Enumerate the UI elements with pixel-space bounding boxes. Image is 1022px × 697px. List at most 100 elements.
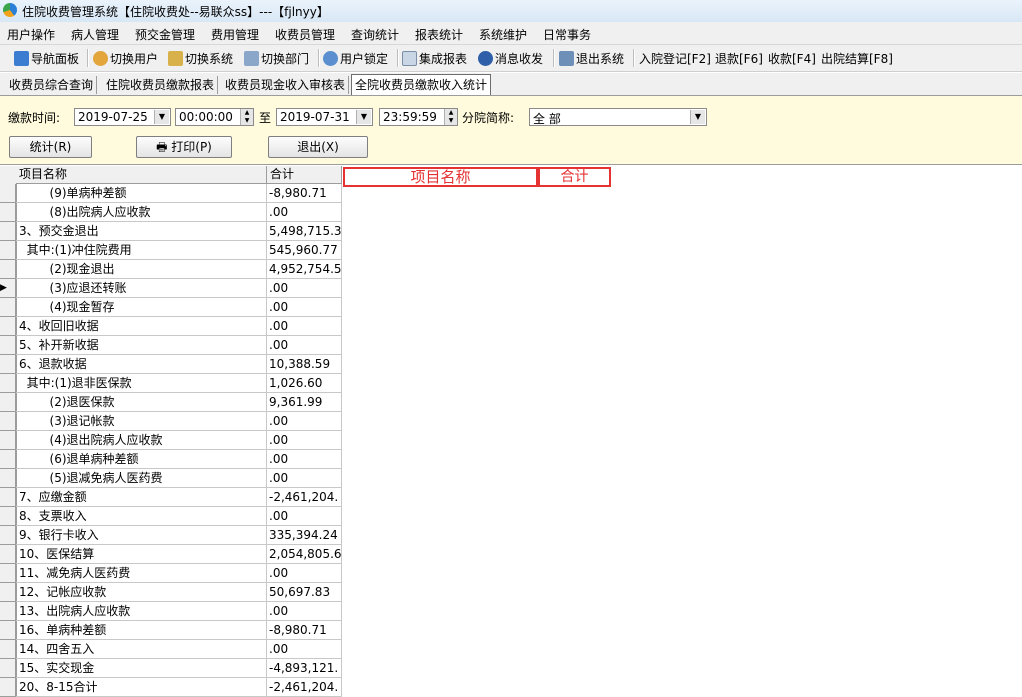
table-row[interactable]: 6、退款收据 10,388.59 xyxy=(0,355,342,374)
row-indicator[interactable] xyxy=(0,488,16,507)
row-indicator[interactable] xyxy=(0,583,16,602)
total-cell[interactable]: .00 xyxy=(267,431,342,450)
item-name-cell[interactable]: 15、实交现金 xyxy=(16,659,267,678)
chevron-down-icon[interactable]: ▼ xyxy=(356,110,371,124)
row-indicator[interactable] xyxy=(0,336,16,355)
row-indicator[interactable] xyxy=(0,640,16,659)
row-indicator[interactable] xyxy=(0,393,16,412)
menu-patient[interactable]: 病人管理 xyxy=(71,26,119,43)
total-cell[interactable]: -8,980.71 xyxy=(267,621,342,640)
row-indicator[interactable] xyxy=(0,469,16,488)
item-name-cell[interactable]: 8、支票收入 xyxy=(16,507,267,526)
row-indicator[interactable] xyxy=(0,222,16,241)
tab-cashier-overview[interactable]: 收费员综合查询 xyxy=(6,76,98,94)
item-name-cell[interactable]: (3)应退还转账 xyxy=(16,279,267,298)
spin-arrows-icon[interactable]: ▲ ▼ xyxy=(444,109,457,125)
total-cell[interactable]: -8,980.71 xyxy=(267,184,342,203)
stat-button[interactable]: 统计(R) xyxy=(9,136,92,158)
total-cell[interactable]: 2,054,805.6 xyxy=(267,545,342,564)
row-indicator[interactable] xyxy=(0,602,16,621)
item-name-cell[interactable]: (5)退减免病人医药费 xyxy=(16,469,267,488)
table-row[interactable]: (5)退减免病人医药费 .00 xyxy=(0,469,342,488)
total-cell[interactable]: .00 xyxy=(267,450,342,469)
item-name-cell[interactable]: 5、补开新收据 xyxy=(16,336,267,355)
tab-cash-audit[interactable]: 收费员现金收入审核表 xyxy=(222,76,350,94)
item-name-cell[interactable]: 9、银行卡收入 xyxy=(16,526,267,545)
charge-button[interactable]: 收款[F4] xyxy=(768,49,816,67)
item-name-cell[interactable]: (4)退出院病人应收款 xyxy=(16,431,267,450)
table-row[interactable]: 15、实交现金 -4,893,121. xyxy=(0,659,342,678)
menu-deposit[interactable]: 预交金管理 xyxy=(135,26,195,43)
total-cell[interactable]: 545,960.77 xyxy=(267,241,342,260)
table-row[interactable]: 7、应缴金额 -2,461,204. xyxy=(0,488,342,507)
item-name-cell[interactable]: 3、预交金退出 xyxy=(16,222,267,241)
item-name-cell[interactable]: (3)退记帐款 xyxy=(16,412,267,431)
table-row[interactable]: 3、预交金退出 5,498,715.3 xyxy=(0,222,342,241)
table-row[interactable]: (9)单病种差额 -8,980.71 xyxy=(0,184,342,203)
table-row[interactable]: ▶ (3)应退还转账 .00 xyxy=(0,279,342,298)
branch-select[interactable]: 全 部 ▼ xyxy=(529,108,707,126)
total-cell[interactable]: .00 xyxy=(267,564,342,583)
item-name-cell[interactable]: 11、减免病人医药费 xyxy=(16,564,267,583)
chevron-down-icon[interactable]: ▼ xyxy=(690,110,705,124)
item-name-cell[interactable]: 7、应缴金额 xyxy=(16,488,267,507)
item-name-cell[interactable]: 6、退款收据 xyxy=(16,355,267,374)
menu-daily[interactable]: 日常事务 xyxy=(543,26,591,43)
item-name-cell[interactable]: 20、8-15合计 xyxy=(16,678,267,697)
row-indicator[interactable] xyxy=(0,412,16,431)
total-cell[interactable]: .00 xyxy=(267,412,342,431)
menu-report[interactable]: 报表统计 xyxy=(415,26,463,43)
table-row[interactable]: 13、出院病人应收款 .00 xyxy=(0,602,342,621)
table-row[interactable]: (6)退单病种差额 .00 xyxy=(0,450,342,469)
table-row[interactable]: (3)退记帐款 .00 xyxy=(0,412,342,431)
table-row[interactable]: 10、医保结算 2,054,805.6 xyxy=(0,545,342,564)
table-row[interactable]: 12、记帐应收款 50,697.83 xyxy=(0,583,342,602)
menu-user-ops[interactable]: 用户操作 xyxy=(7,26,55,43)
row-indicator[interactable] xyxy=(0,659,16,678)
menu-system[interactable]: 系统维护 xyxy=(479,26,527,43)
total-cell[interactable]: .00 xyxy=(267,507,342,526)
row-indicator[interactable] xyxy=(0,678,16,697)
integrated-report-button[interactable]: 集成报表 xyxy=(402,49,467,67)
item-name-cell[interactable]: 16、单病种差额 xyxy=(16,621,267,640)
item-name-cell[interactable]: 14、四舍五入 xyxy=(16,640,267,659)
item-name-cell[interactable]: 12、记帐应收款 xyxy=(16,583,267,602)
item-name-cell[interactable]: (4)现金暂存 xyxy=(16,298,267,317)
total-cell[interactable]: 10,388.59 xyxy=(267,355,342,374)
table-row[interactable]: (4)退出院病人应收款 .00 xyxy=(0,431,342,450)
item-name-cell[interactable]: (2)退医保款 xyxy=(16,393,267,412)
row-indicator[interactable] xyxy=(0,355,16,374)
switch-system-button[interactable]: 切换系统 xyxy=(168,49,233,67)
admission-button[interactable]: 入院登记[F2] xyxy=(639,49,711,67)
nav-panel-button[interactable]: 导航面板 xyxy=(14,49,79,67)
menu-cashier[interactable]: 收费员管理 xyxy=(275,26,335,43)
row-indicator[interactable] xyxy=(0,374,16,393)
row-indicator[interactable] xyxy=(0,545,16,564)
table-row[interactable]: (8)出院病人应收款 .00 xyxy=(0,203,342,222)
lock-user-button[interactable]: 用户锁定 xyxy=(323,49,388,67)
row-indicator[interactable] xyxy=(0,526,16,545)
tab-payment-report[interactable]: 住院收费员缴款报表 xyxy=(103,76,219,94)
total-cell[interactable]: .00 xyxy=(267,298,342,317)
row-indicator[interactable] xyxy=(0,450,16,469)
row-indicator[interactable] xyxy=(0,298,16,317)
print-button[interactable]: 🖶 打印(P) xyxy=(136,136,232,158)
refund-button[interactable]: 退款[F6] xyxy=(715,49,763,67)
switch-dept-button[interactable]: 切换部门 xyxy=(244,49,309,67)
total-cell[interactable]: .00 xyxy=(267,317,342,336)
item-name-cell[interactable]: (9)单病种差额 xyxy=(16,184,267,203)
tab-hospital-payment-stats[interactable]: 全院收费员缴款收入统计 xyxy=(351,74,492,95)
total-cell[interactable]: 1,026.60 xyxy=(267,374,342,393)
exit-button[interactable]: 退出(X) xyxy=(268,136,368,158)
total-cell[interactable]: 4,952,754.5 xyxy=(267,260,342,279)
column-header-total[interactable]: 合计 xyxy=(267,166,342,184)
table-row[interactable]: (2)现金退出 4,952,754.5 xyxy=(0,260,342,279)
table-row[interactable]: 16、单病种差额 -8,980.71 xyxy=(0,621,342,640)
item-name-cell[interactable]: 13、出院病人应收款 xyxy=(16,602,267,621)
item-name-cell[interactable]: 4、收回旧收据 xyxy=(16,317,267,336)
item-name-cell[interactable]: (8)出院病人应收款 xyxy=(16,203,267,222)
table-row[interactable]: 14、四舍五入 .00 xyxy=(0,640,342,659)
row-indicator[interactable] xyxy=(0,184,16,203)
table-row[interactable]: 其中:(1)冲住院费用 545,960.77 xyxy=(0,241,342,260)
end-date-picker[interactable]: 2019-07-31 ▼ xyxy=(276,108,373,126)
